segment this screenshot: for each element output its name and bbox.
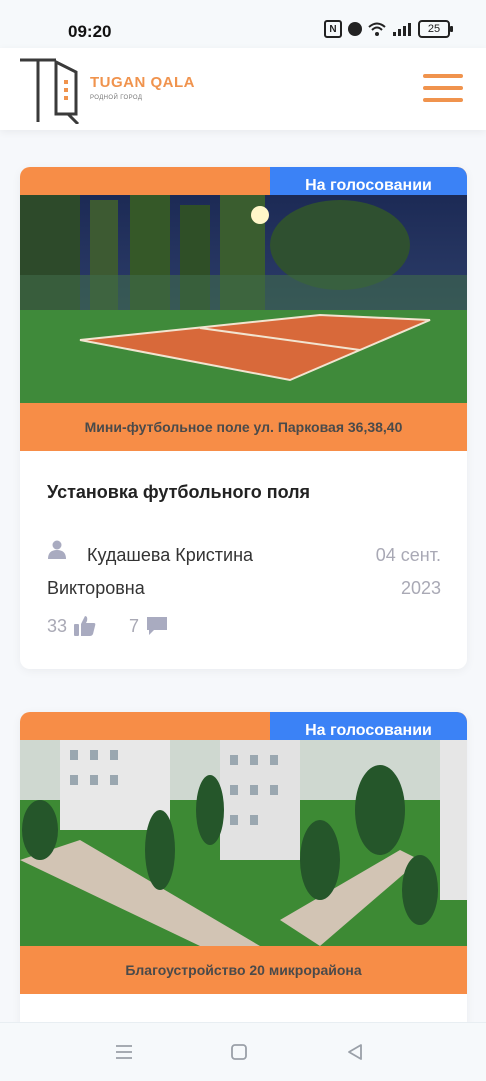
- date-line2: 2023: [400, 578, 441, 598]
- user-icon: [48, 540, 66, 559]
- project-title[interactable]: Установка футбольного поля: [47, 482, 310, 503]
- battery-icon: 25: [418, 20, 453, 38]
- project-image[interactable]: [20, 195, 467, 403]
- thumbs-up-icon: [74, 616, 96, 636]
- brand-tagline: РОДНОЙ ГОРОД: [90, 95, 143, 101]
- alarm-icon: [348, 22, 362, 36]
- status-time: 09:20: [68, 22, 112, 41]
- menu-bar: [423, 86, 463, 90]
- wifi-icon: [368, 22, 386, 36]
- comment-count: 7: [129, 615, 140, 636]
- comment-icon: [147, 617, 168, 635]
- menu-button[interactable]: [423, 74, 463, 104]
- comment-button[interactable]: 7: [129, 615, 169, 637]
- brand-name: TUGAN QALA: [90, 74, 195, 91]
- project-date: 04 сент. 2023: [321, 539, 441, 605]
- tugan-qala-logo[interactable]: [18, 56, 88, 124]
- card-header-strip: На голосовании: [20, 167, 467, 204]
- brand: TUGAN QALA РОДНОЙ ГОРОД: [90, 74, 195, 101]
- date-line1: 04 сент.: [375, 545, 441, 565]
- status-bar: 09:20 N 25: [0, 0, 486, 48]
- project-card[interactable]: На голосовании Мини-футбольное поле ул. …: [20, 167, 467, 669]
- like-button[interactable]: 33: [47, 615, 97, 637]
- author-name: Кудашева Кристина Викторовна: [47, 539, 254, 598]
- project-caption: Благоустройство 20 микрорайона: [20, 946, 467, 994]
- back-nav-icon[interactable]: [344, 1041, 366, 1063]
- home-nav-icon[interactable]: [228, 1041, 250, 1063]
- system-nav-bar: [0, 1022, 486, 1081]
- author-name-line2: Викторовна: [47, 578, 145, 598]
- signal-icon: [393, 23, 411, 36]
- author-name-line1: Кудашева Кристина: [87, 545, 254, 565]
- stats-row: 33 7: [47, 615, 201, 637]
- app-header: TUGAN QALA РОДНОЙ ГОРОД: [0, 48, 486, 130]
- project-caption: Мини-футбольное поле ул. Парковая 36,38,…: [20, 403, 467, 451]
- menu-bar: [423, 98, 463, 102]
- project-image[interactable]: [20, 740, 467, 946]
- like-count: 33: [47, 615, 68, 636]
- status-icons: N 25: [324, 20, 453, 38]
- menu-bar: [423, 74, 463, 78]
- nfc-icon: N: [324, 20, 342, 38]
- project-card[interactable]: На голосовании Благоустройство 20 микрор…: [20, 712, 467, 1032]
- card-header-strip: На голосовании: [20, 712, 467, 749]
- menu-nav-icon[interactable]: [113, 1041, 135, 1063]
